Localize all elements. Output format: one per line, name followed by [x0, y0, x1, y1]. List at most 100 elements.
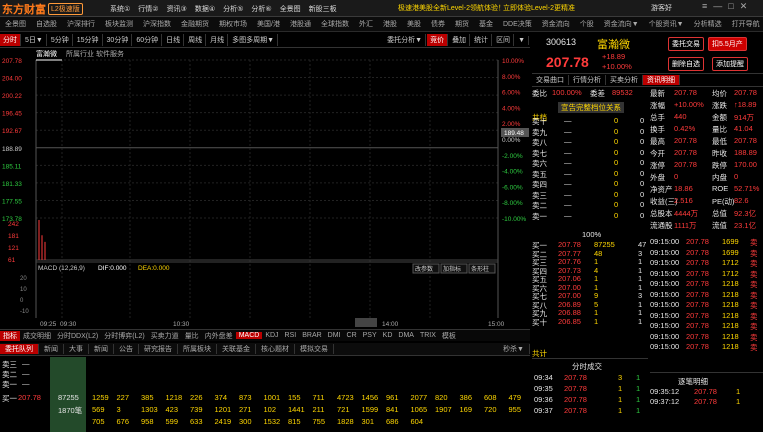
side-tab[interactable]: 交易曲口 [532, 75, 569, 85]
indicator-tab[interactable]: DMA [395, 332, 417, 339]
tick-detail-title[interactable]: 逐笔明细 [678, 376, 708, 387]
nav-item[interactable]: 个股 [575, 19, 599, 29]
promo-link-2[interactable]: 立即体验Level-2更精准 [503, 3, 575, 13]
queue-tab[interactable]: 关联基金 [217, 344, 256, 354]
nav-item-right[interactable]: 资金流向▼ [599, 19, 644, 29]
nav-item-right[interactable]: 个股资讯▼ [644, 19, 689, 29]
nav-item[interactable]: 外汇 [354, 19, 378, 29]
tab-60min[interactable]: 60分钟 [133, 34, 163, 46]
sell-price[interactable]: — [564, 127, 572, 136]
user-greeting[interactable]: 游客好 [651, 3, 672, 13]
indicator-tab[interactable]: PSY [360, 332, 380, 339]
sell-price[interactable]: — [564, 137, 572, 146]
queue-tab[interactable]: 委托队列 [0, 344, 39, 354]
maximize-icon[interactable]: □ [728, 1, 733, 12]
nav-item[interactable]: 沪深指数 [138, 19, 176, 29]
indicator-tab[interactable]: MACD [235, 332, 263, 339]
indicator-tab[interactable]: 买卖力道 [148, 331, 182, 341]
tab-jingjia[interactable]: 竞价 [427, 34, 449, 46]
sell-price[interactable]: — [564, 116, 572, 125]
menu-item[interactable]: 数据④ [191, 4, 219, 14]
indicator-tab[interactable]: TRIX [417, 332, 439, 339]
nav-item[interactable]: 全球指数 [316, 19, 354, 29]
tab-stats[interactable]: 统计 [471, 34, 493, 46]
sell-price[interactable]: — [564, 179, 572, 188]
queue-tab[interactable]: 模拟交易 [295, 344, 334, 354]
queue-tab[interactable]: 新闻 [39, 344, 64, 354]
tab-5min[interactable]: 5分钟 [48, 34, 73, 46]
indicator-tab[interactable]: DMI [325, 332, 344, 339]
nav-item[interactable]: 资金流向 [537, 19, 575, 29]
indicator-tab[interactable]: 指标 [0, 330, 20, 341]
indicator-tab[interactable]: CR [344, 332, 360, 339]
intraday-chart[interactable]: 富瀚微 所属行业 软件服务 207.78 204.00 200.22 196.45 192.6… [0, 48, 530, 330]
sell-price[interactable]: — [564, 211, 572, 220]
indicator-tab[interactable]: 模板 [439, 331, 459, 341]
tab-day[interactable]: 日线 [163, 34, 185, 46]
nav-item-right[interactable]: 打开导航 [727, 19, 763, 29]
queue-tab[interactable]: 核心题材 [256, 344, 295, 354]
tab-multi[interactable]: 多图多周期▼ [229, 34, 279, 46]
side-tab[interactable]: 买卖分析 [606, 75, 643, 85]
nav-item[interactable]: 沪深排行 [62, 19, 100, 29]
nav-item[interactable]: 全景图 [0, 19, 31, 29]
nav-item[interactable]: 港股通 [285, 19, 316, 29]
chart-sub-tab[interactable]: 所属行业 [66, 49, 94, 58]
sell-price[interactable]: — [564, 158, 572, 167]
minimize-icon[interactable]: — [713, 1, 722, 12]
menu-item[interactable]: 分析⑥ [247, 4, 275, 14]
sell-price[interactable]: — [564, 200, 572, 209]
chart-sub-tab[interactable]: 富瀚微 [36, 49, 57, 58]
tab-range[interactable]: 区间 [493, 34, 515, 46]
nav-item[interactable]: 美股 [402, 19, 426, 29]
menu-icon[interactable]: ≡ [702, 1, 707, 12]
indicator-tab[interactable]: RSI [282, 332, 300, 339]
queue-tab[interactable]: 公告 [114, 344, 139, 354]
tab-week[interactable]: 周线 [185, 34, 207, 46]
tab-month[interactable]: 月线 [207, 34, 229, 46]
queue-tab[interactable]: 所属板块 [178, 344, 217, 354]
queue-right-button[interactable]: 秒杀▼ [498, 344, 530, 354]
indicator-tab[interactable]: 成交明细 [20, 331, 54, 341]
indicator-tab[interactable]: KDJ [262, 332, 281, 339]
side-tab[interactable]: 行情分析 [569, 75, 606, 85]
queue-tab[interactable]: 大事 [64, 344, 89, 354]
tab-fenshi[interactable]: 分时 [0, 34, 21, 46]
menu-item[interactable]: 全景图 [276, 4, 305, 14]
nav-item[interactable]: 自选股 [31, 19, 62, 29]
indicator-tab[interactable]: 量比 [182, 331, 202, 341]
menu-item[interactable]: 资讯③ [163, 4, 191, 14]
tab-overlay[interactable]: 叠加 [449, 34, 471, 46]
nav-item[interactable]: 基金 [474, 19, 498, 29]
nav-item[interactable]: 期货 [450, 19, 474, 29]
remove-watch-button[interactable]: 删除自选 [668, 57, 704, 71]
nav-item[interactable]: DDE决策 [498, 19, 537, 29]
queue-tab[interactable]: 研究报告 [139, 344, 178, 354]
tab-weituo[interactable]: 委托分析▼ [384, 34, 427, 46]
menu-item[interactable]: 分析⑤ [219, 4, 247, 14]
tab-30min[interactable]: 30分钟 [104, 34, 133, 46]
add-alert-button[interactable]: 添加提醒 [712, 57, 748, 71]
nav-item[interactable]: 港股 [378, 19, 402, 29]
queue-tab[interactable]: 新闻 [89, 344, 114, 354]
nav-item[interactable]: 期权市场 [214, 19, 252, 29]
indicator-tab[interactable]: 内外盘差 [202, 331, 236, 341]
nav-item[interactable]: 板块监测 [100, 19, 138, 29]
tab-more[interactable]: ▼ [515, 35, 529, 45]
indicator-tab[interactable]: BRAR [299, 332, 324, 339]
sell-price[interactable]: — [564, 190, 572, 199]
nav-item[interactable]: 美国/港 [252, 19, 285, 29]
tab-15min[interactable]: 15分钟 [74, 34, 103, 46]
sell-price[interactable]: — [564, 169, 572, 178]
indicator-tab[interactable]: 分时DDX(L2) [54, 331, 101, 341]
indicator-tab[interactable]: 分时博弈(L2) [101, 331, 147, 341]
indicator-tab[interactable]: KD [380, 332, 396, 339]
promo-link[interactable]: 极速港美股全新Level-2领航体验！ [398, 3, 505, 13]
nav-item[interactable]: 金融期货 [176, 19, 214, 29]
side-tab[interactable]: 资讯明细 [643, 75, 680, 85]
nav-item[interactable]: 债券 [426, 19, 450, 29]
sell-price[interactable]: — [564, 148, 572, 157]
menu-item[interactable]: 系统① [106, 4, 134, 14]
buy-price[interactable]: 206.85 [558, 317, 581, 326]
nav-item-right[interactable]: 分析精选 [689, 19, 727, 29]
